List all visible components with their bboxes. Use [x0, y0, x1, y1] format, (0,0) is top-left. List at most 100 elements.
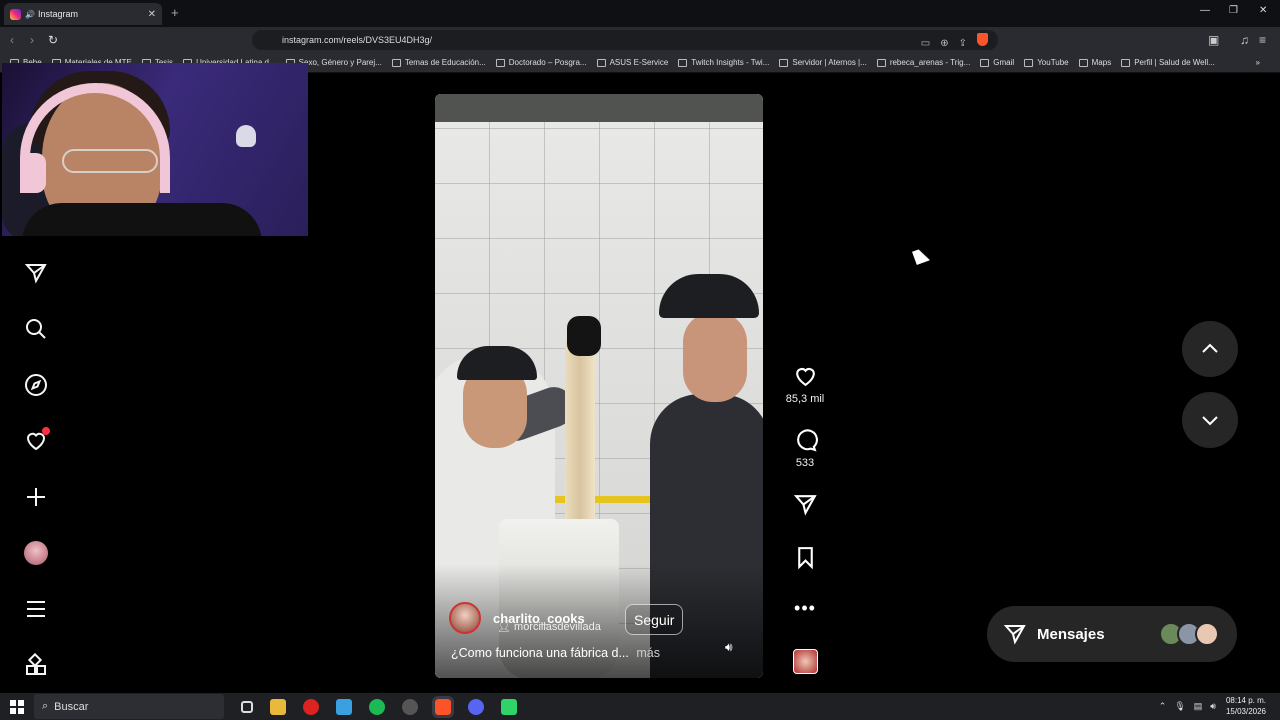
bookmark-item[interactable]: Twitch Insights - Twi...	[678, 58, 769, 67]
caption-text: ¿Como funciona una fábrica d...	[451, 646, 629, 660]
back-icon[interactable]: ‹	[10, 33, 14, 47]
forward-icon[interactable]: ›	[30, 33, 34, 47]
bookmark-item[interactable]: YouTube	[1024, 58, 1069, 67]
system-tray: ⌃ 🎙︎ ▤ 🔊︎ 08:14 p. m. 15/03/2026	[1159, 695, 1266, 717]
profile-avatar[interactable]	[22, 539, 50, 567]
microphone-icon[interactable]: 🎙︎	[1174, 701, 1185, 712]
notification-dot	[42, 427, 50, 435]
volume-icon[interactable]: 🔊︎	[725, 640, 733, 655]
search-icon: ⌕	[42, 700, 49, 712]
save-button[interactable]	[780, 545, 830, 570]
volume-icon[interactable]: 🔊︎	[1210, 701, 1216, 712]
clock[interactable]: 08:14 p. m. 15/03/2026	[1226, 695, 1266, 717]
messages-icon[interactable]	[22, 259, 50, 287]
avatar	[24, 541, 48, 565]
bookmark-item[interactable]: ASUS E-Service	[596, 58, 668, 67]
obs-icon[interactable]	[402, 698, 418, 715]
share-icon[interactable]: ⇪	[959, 38, 977, 49]
chevron-down-icon	[1202, 416, 1218, 426]
bookmark-icon	[797, 547, 813, 570]
new-tab-icon[interactable]: +	[171, 5, 179, 20]
spotify-icon[interactable]	[369, 698, 385, 715]
bookmark-label: Twitch Insights - Twi...	[691, 58, 770, 67]
reel-caption[interactable]: ¿Como funciona una fábrica d... más	[451, 646, 660, 660]
bookmark-item[interactable]: Temas de Educación...	[391, 58, 486, 67]
comment-button[interactable]: 533	[780, 428, 830, 469]
bookmark-item[interactable]: Maps	[1078, 58, 1112, 67]
bookmark-label: Temas de Educación...	[404, 58, 486, 67]
heart-icon	[795, 368, 815, 387]
previous-reel-button[interactable]	[1182, 321, 1238, 377]
close-tab-icon[interactable]: ✕	[148, 9, 156, 20]
messages-icon	[1003, 625, 1026, 645]
next-reel-button[interactable]	[1182, 392, 1238, 448]
cam-glasses	[62, 149, 158, 173]
file-explorer-icon[interactable]	[270, 698, 286, 715]
folder-icon	[1078, 58, 1088, 67]
menu-icon[interactable]	[22, 595, 50, 623]
minimize-icon[interactable]: —	[1200, 5, 1210, 16]
caption-more[interactable]: más	[636, 646, 660, 660]
wallet-icon[interactable]: ▣	[1208, 33, 1219, 47]
bookmark-item[interactable]: Servidor | Aternos |...	[779, 58, 867, 67]
media-icon[interactable]: ♫	[1240, 33, 1249, 47]
folder-icon	[779, 58, 789, 67]
bookmark-label: Servidor | Aternos |...	[792, 58, 867, 67]
discord-icon[interactable]	[468, 698, 484, 715]
apps-icon[interactable]	[22, 651, 50, 679]
bookmark-item[interactable]: rebeca_arenas - Trig...	[876, 58, 970, 67]
cook-right-head	[683, 312, 747, 402]
avatar	[1195, 622, 1219, 646]
more-options-icon[interactable]: •••	[780, 598, 830, 619]
address-toolbar: ‹ › ↻ ▯ instagram.com/reels/DVS3EU4DH3g/…	[0, 27, 1280, 53]
taskbar-search-placeholder: Buscar	[54, 700, 89, 713]
bookmark-item[interactable]: Doctorado – Posgra...	[495, 58, 587, 67]
audio-link[interactable]: 👤︎ morcillasdevillada	[497, 620, 601, 633]
url-field[interactable]: instagram.com/reels/DVS3EU4DH3g/ ▭⊕⇪	[252, 30, 998, 50]
start-button[interactable]	[10, 699, 24, 714]
app-icon[interactable]	[303, 698, 319, 715]
search-icon[interactable]	[22, 315, 50, 343]
audio-playing-icon[interactable]: 🔊	[25, 10, 35, 19]
folder-icon	[1024, 58, 1034, 67]
restore-icon[interactable]: ❐	[1229, 5, 1238, 16]
instagram-favicon-icon	[10, 8, 21, 20]
create-icon[interactable]	[22, 483, 50, 511]
like-button[interactable]: 85,3 mil	[780, 364, 830, 405]
app-icon[interactable]	[336, 698, 352, 715]
webcam-overlay	[2, 63, 308, 236]
black-glove	[567, 316, 601, 356]
reload-icon[interactable]: ↻	[48, 33, 58, 47]
taskbar-search[interactable]: ⌕ Buscar	[34, 694, 224, 719]
more-bookmarks-icon[interactable]: »	[1256, 58, 1260, 67]
notifications-icon[interactable]	[22, 427, 50, 455]
browser-menu-icon[interactable]: ≡	[1259, 33, 1266, 47]
folder-icon	[678, 58, 688, 67]
share-button[interactable]	[780, 492, 830, 517]
url-text: instagram.com/reels/DVS3EU4DH3g/	[282, 35, 433, 45]
app-icon[interactable]	[501, 698, 517, 715]
audio-name: morcillasdevillada	[514, 621, 601, 633]
bookmark-label: Perfil | Salud de Well...	[1134, 58, 1215, 67]
tray-chevron-icon[interactable]: ⌃	[1159, 701, 1167, 712]
bookmark-label: Maps	[1091, 58, 1112, 67]
zoom-icon[interactable]: ⊕	[940, 38, 958, 49]
explore-icon[interactable]	[22, 371, 50, 399]
cast-icon[interactable]: ▭	[921, 38, 940, 49]
close-window-icon[interactable]: ✕	[1259, 5, 1267, 16]
bookmark-item[interactable]: Gmail	[980, 58, 1014, 67]
bookmark-label: YouTube	[1037, 58, 1069, 67]
tab-instagram[interactable]: 🔊 Instagram ✕	[4, 3, 162, 25]
clock-time: 08:14 p. m.	[1225, 696, 1266, 705]
audio-thumbnail[interactable]	[793, 649, 818, 674]
reel-video[interactable]: charlito_cooks 👤︎ morcillasdevillada Seg…	[435, 94, 763, 678]
author-avatar[interactable]	[449, 602, 481, 634]
brave-icon[interactable]	[432, 695, 454, 718]
comment-icon	[796, 429, 818, 452]
follow-button[interactable]: Seguir	[625, 604, 684, 635]
task-view-icon[interactable]	[241, 700, 253, 713]
network-icon[interactable]: ▤	[1194, 701, 1203, 712]
messages-button[interactable]: Mensajes	[987, 606, 1237, 662]
brave-shields-icon[interactable]	[977, 33, 988, 46]
bookmark-item[interactable]: Perfil | Salud de Well...	[1121, 58, 1215, 67]
